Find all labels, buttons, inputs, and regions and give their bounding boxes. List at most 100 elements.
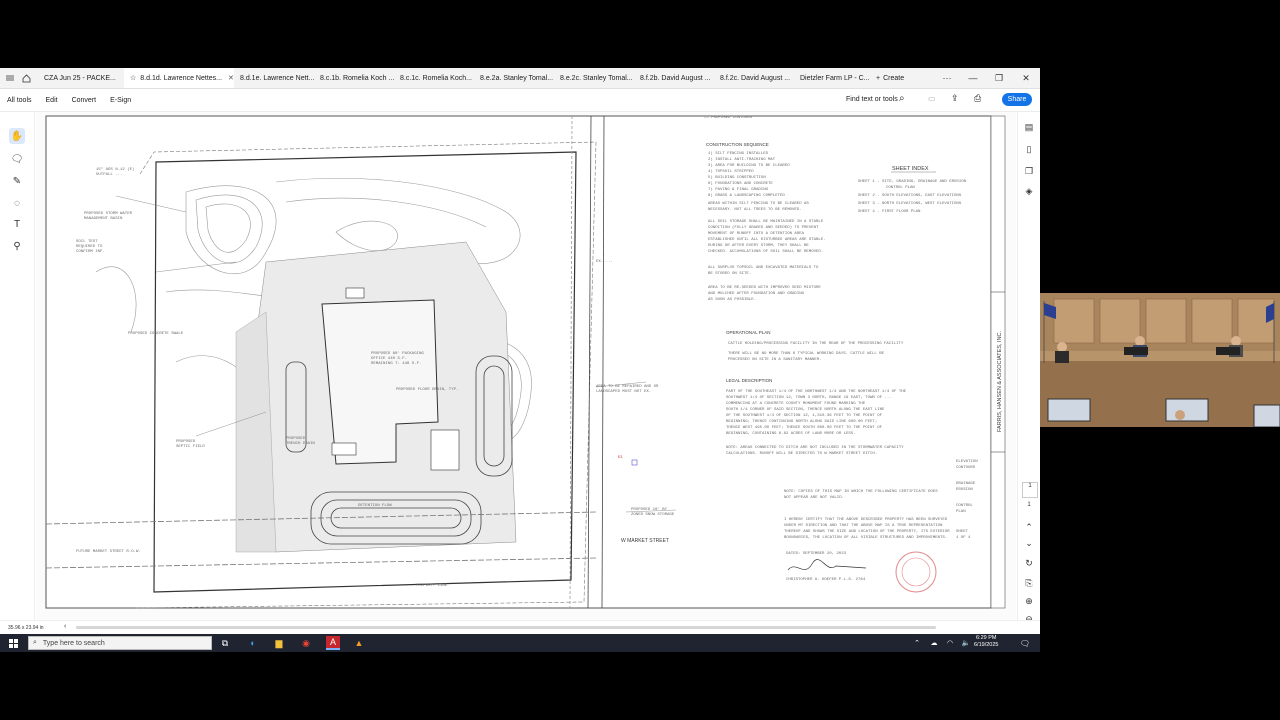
svg-text:UNDER MY DIRECTION AND THAT TH: UNDER MY DIRECTION AND THAT THE ABOVE MA… [784,524,943,528]
svg-text:COMMENCING AT A CONCRETE COUNT: COMMENCING AT A CONCRETE COUNTY MONUMENT… [726,402,866,406]
chrome-browser-icon[interactable]: ◉ [299,636,313,650]
tab-stanley-tomal-2c[interactable]: 8.e.2c. Stanley Tomal... [554,68,634,88]
edge-browser-icon[interactable]: ◐ [246,636,260,650]
lasso-icon[interactable]: ◌ [9,195,25,211]
svg-text:DURING OR AFTER EVERY STORM, T: DURING OR AFTER EVERY STORM, THEY SHALL … [708,244,809,248]
task-view-icon[interactable]: ⧉ [218,636,232,650]
bookmark-icon[interactable]: ▯ [1022,144,1036,158]
svg-text:W MARKET STREET: W MARKET STREET [621,538,669,544]
windows-start-icon[interactable] [6,636,20,650]
network-icon[interactable]: ◠ [943,636,957,650]
hand-tool-icon[interactable]: ✋ [9,128,25,144]
svg-text:SOUTHWEST 1/4 OF SECTION 12, T: SOUTHWEST 1/4 OF SECTION 12, TOWN 3 NORT… [726,395,892,400]
upload-icon[interactable]: ⇪ [951,93,959,104]
svg-text:THERE WILL BE NO MORE THAN 6 T: THERE WILL BE NO MORE THAN 6 TYPICAL WOR… [728,352,885,356]
svg-text:AS SOON AS POSSIBLE.: AS SOON AS POSSIBLE. [708,298,756,302]
rotate-icon[interactable]: ↻ [1022,558,1036,572]
comment-tool-icon[interactable]: 🗨 [9,151,25,167]
document-viewer[interactable]: 15" ADS N-12 (E) OUTFALL ... PROPOSED STO… [36,112,1016,622]
tray-app-icon[interactable]: ☁ [927,636,941,650]
svg-text:ESTABLISHED UNTIL ALL DISTURBE: ESTABLISHED UNTIL ALL DISTURBED AREAS AR… [708,238,826,242]
tab-romelia-koch-1b[interactable]: 8.c.1b. Romelia Koch ... [314,68,394,88]
tab-david-august-2c[interactable]: 8.f.2c. David August ... [714,68,794,88]
page-up-icon[interactable]: ⌃ [1022,522,1036,536]
notifications-icon[interactable]: 🗨 [1018,636,1032,650]
vlc-icon[interactable]: ▲ [352,636,366,650]
zoom-in-icon[interactable]: ⊕ [1022,596,1036,610]
svg-text:AREAS WITHIN SILT FENCING TO B: AREAS WITHIN SILT FENCING TO BE CLEARED … [708,202,809,206]
council-chamber-image [1040,293,1280,427]
tray-expand-icon[interactable]: ⌃ [910,636,924,650]
maximize-icon[interactable]: ❐ [986,68,1012,88]
svg-text:EX. ...: EX. ... [596,260,613,264]
svg-text:PROPOSED 10' BY: PROPOSED 10' BY [631,507,668,512]
tab-stanley-tomal-2a[interactable]: 8.e.2a. Stanley Tomal... [474,68,554,88]
house-icon[interactable] [16,68,38,88]
tab-lawrence-nett-1e[interactable]: 8.d.1e. Lawrence Nett... [234,68,314,88]
scroll-left-icon[interactable]: ‹ [64,623,66,630]
stamp-icon[interactable]: ⚲ [9,238,25,254]
print-icon[interactable]: ⎙ [974,93,981,104]
svg-text:5) BUILDING CONSTRUCTION: 5) BUILDING CONSTRUCTION [708,175,766,180]
svg-text:PROPOSED CONCRETE SWALE: PROPOSED CONCRETE SWALE [128,332,184,336]
create-button[interactable]: + Create [870,68,910,88]
svg-text:ELEVATION: ELEVATION [956,460,978,464]
acrobat-taskbar-icon[interactable]: A [326,636,340,650]
svg-text:SHEET 1 - SITE, GRADING, DRAIN: SHEET 1 - SITE, GRADING, DRAINAGE AND ER… [858,180,967,184]
menu-esign[interactable]: E-Sign [103,97,138,104]
find-tools-label[interactable]: Find text or tools [846,96,898,103]
comments-panel-icon[interactable]: ▤ [1022,122,1036,136]
minimize-icon[interactable]: — [960,68,986,88]
text-box-icon[interactable]: T [9,216,25,232]
close-window-icon[interactable]: ✕ [1013,68,1039,88]
menu-all-tools[interactable]: All tools [0,97,39,104]
share-button[interactable]: Share [1002,93,1032,106]
search-icon[interactable]: ⌕ [899,93,905,104]
tab-romelia-koch-1c[interactable]: 8.c.1c. Romelia Koch... [394,68,474,88]
svg-text:CONTOURS: CONTOURS [956,466,976,470]
page-down-icon[interactable]: ⌄ [1022,538,1036,552]
svg-text:NECESSARY. NOT ALL TREES TO BE: NECESSARY. NOT ALL TREES TO BE REMOVED. [708,208,802,212]
svg-text:DRAINAGE: DRAINAGE [956,482,976,486]
menu-convert[interactable]: Convert [65,97,104,104]
svg-text:SOIL TEST: SOIL TEST [76,240,98,244]
svg-text:6) FOUNDATIONS AND CONCRETE: 6) FOUNDATIONS AND CONCRETE [708,181,773,186]
left-toolbar: ✋ 🗨 ✎ ◌ T ⚲ [0,112,35,620]
more-options-icon[interactable]: ··· [934,68,960,88]
svg-text:1) SILT FENCING INSTALLED: 1) SILT FENCING INSTALLED [708,151,769,156]
svg-text:SEPTIC FIELD: SEPTIC FIELD [176,445,205,449]
pages-icon[interactable]: ❐ [1022,166,1036,180]
tab-dietzler-farm[interactable]: Dietzler Farm LP - C... [794,68,870,88]
search-icon: ⌕ [33,639,37,646]
menu-edit[interactable]: Edit [39,97,65,104]
layers-icon[interactable]: ◈ [1022,186,1036,200]
page-number-box[interactable]: 1 [1022,482,1038,498]
plus-icon: + [876,74,881,82]
star-icon[interactable]: ☆ [130,74,136,82]
clock[interactable]: 6:29 PM 6/19/2025 [974,635,998,649]
svg-text:TRENCH DRAIN: TRENCH DRAIN [286,442,315,446]
highlight-pen-icon[interactable]: ✎ [9,173,25,189]
svg-text:PROCESSED ON SITE IN A SANITAR: PROCESSED ON SITE IN A SANITARY MANNER. [728,358,822,362]
taskbar-search-input[interactable]: ⌕ Type here to search [28,636,212,650]
svg-text:3) AREA FOR BUILDING TO BE CLE: 3) AREA FOR BUILDING TO BE CLEARED [708,163,790,168]
home-icon[interactable] [0,68,16,88]
svg-text:EROSION: EROSION [956,488,973,492]
tab-bar: CZA Jun 25 - PACKE... ☆ 8.d.1d. Lawrence… [0,68,1040,89]
volume-icon[interactable]: 🔈 [959,636,973,650]
file-explorer-icon[interactable]: ▆ [272,636,286,650]
svg-text:CONTROL PLAN: CONTROL PLAN [886,186,915,190]
tab-david-august-2b[interactable]: 8.f.2b. David August ... [634,68,714,88]
svg-text:PROPOSED FLOOR DRAIN, TYP.: PROPOSED FLOOR DRAIN, TYP. [396,388,458,392]
svg-text:ALL SOIL STORAGE SHALL BE MAIN: ALL SOIL STORAGE SHALL BE MAINTAINED IN … [708,220,824,224]
svg-text:OUTFALL ...: OUTFALL ... [96,173,122,177]
site-plan-drawing: 15" ADS N-12 (E)OUTFALL ... PROPOSED STO… [45,115,1006,609]
tab-lawrence-nettes-1d[interactable]: ☆ 8.d.1d. Lawrence Nettes... ✕ [124,68,234,88]
svg-text:I HEREBY CERTIFY THAT THE ABOV: I HEREBY CERTIFY THAT THE ABOVE DESCRIBE… [784,518,948,522]
tab-cza-packet[interactable]: CZA Jun 25 - PACKE... [38,68,124,88]
fit-page-icon[interactable]: ⎘ [1022,578,1036,592]
svg-text:SOUTH 1/4 CORNER OF SAID SECTI: SOUTH 1/4 CORNER OF SAID SECTION, THENCE… [726,407,885,412]
page-view-icon[interactable]: ▭ [928,94,936,103]
horizontal-scrollbar[interactable] [76,626,936,629]
close-tab-icon[interactable]: ✕ [228,74,234,82]
